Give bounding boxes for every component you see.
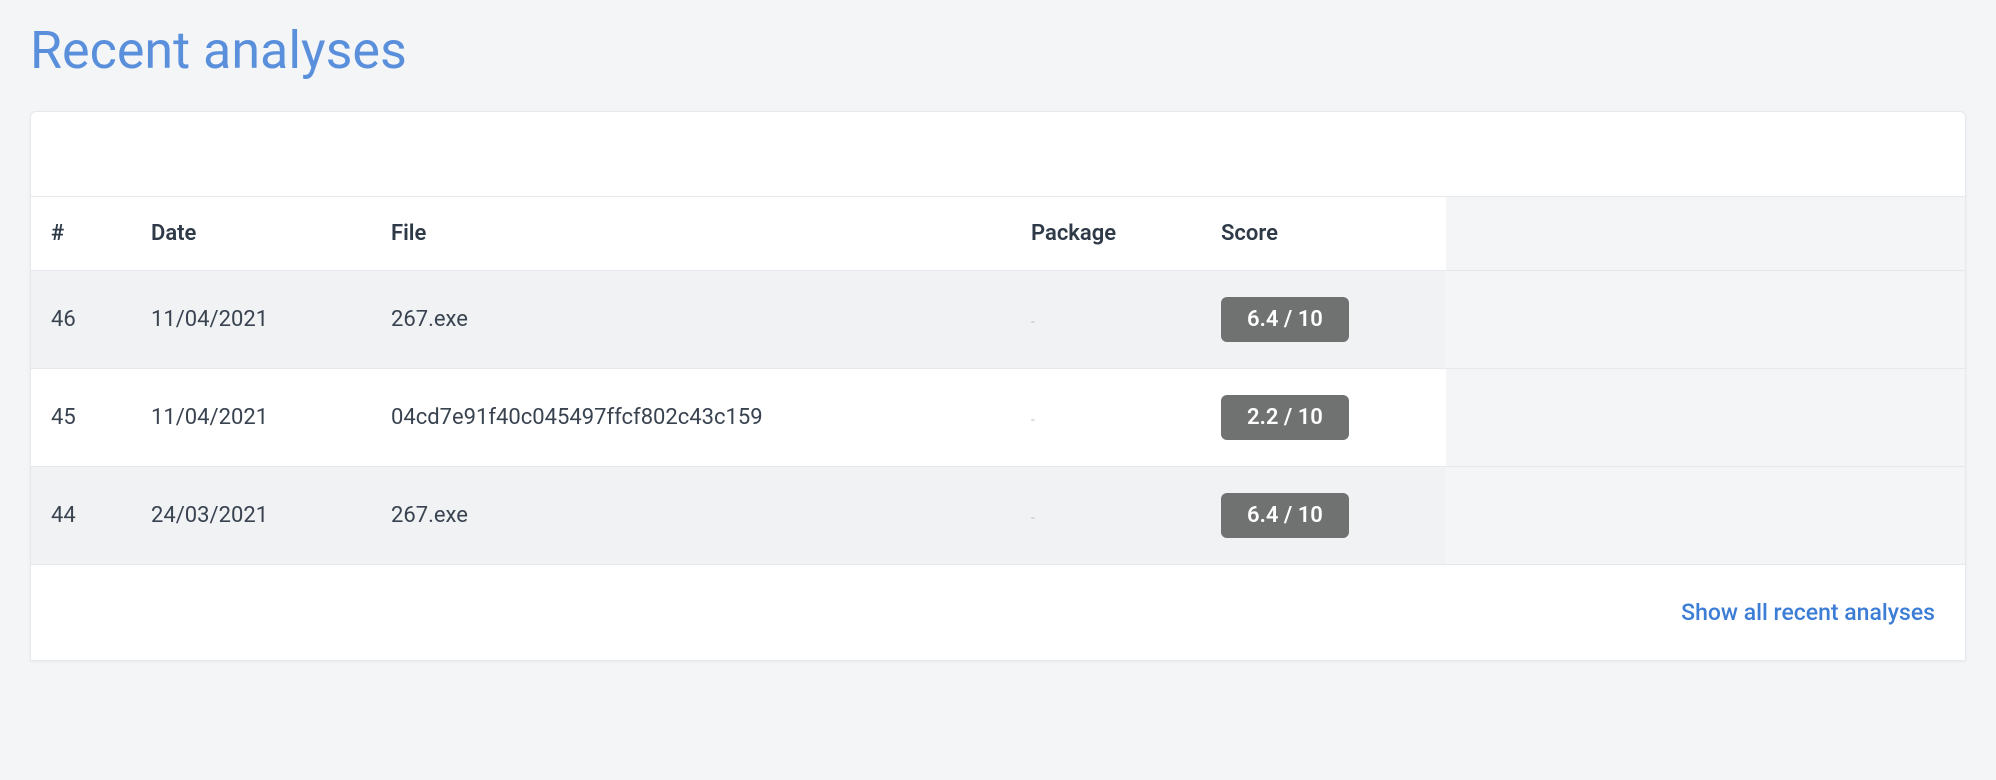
header-gutter (1446, 197, 1965, 271)
header-date: Date (131, 197, 371, 271)
cell-package: - (1011, 467, 1201, 565)
header-id: # (31, 197, 131, 271)
cell-gutter (1446, 369, 1965, 467)
cell-id: 45 (31, 369, 131, 467)
cell-id: 44 (31, 467, 131, 565)
table-wrapper: # Date File Package Score 46 11/04/2021 … (31, 197, 1965, 660)
cell-package: - (1011, 271, 1201, 369)
score-badge: 6.4 / 10 (1221, 297, 1349, 342)
show-all-link[interactable]: Show all recent analyses (1681, 599, 1935, 626)
cell-date: 11/04/2021 (131, 271, 371, 369)
cell-file: 267.exe (371, 271, 1011, 369)
cell-date: 24/03/2021 (131, 467, 371, 565)
cell-score: 6.4 / 10 (1201, 467, 1446, 565)
cell-package: - (1011, 369, 1201, 467)
cell-score: 2.2 / 10 (1201, 369, 1446, 467)
header-package: Package (1011, 197, 1201, 271)
analyses-table: # Date File Package Score 46 11/04/2021 … (31, 197, 1965, 565)
cell-id: 46 (31, 271, 131, 369)
score-badge: 6.4 / 10 (1221, 493, 1349, 538)
score-badge: 2.2 / 10 (1221, 395, 1349, 440)
recent-analyses-card: # Date File Package Score 46 11/04/2021 … (30, 111, 1966, 661)
cell-date: 11/04/2021 (131, 369, 371, 467)
table-header-row: # Date File Package Score (31, 197, 1965, 271)
card-header (31, 112, 1965, 197)
header-score: Score (1201, 197, 1446, 271)
cell-file: 04cd7e91f40c045497ffcf802c43c159 (371, 369, 1011, 467)
page-title: Recent analyses (30, 20, 1966, 81)
header-file: File (371, 197, 1011, 271)
cell-gutter (1446, 467, 1965, 565)
card-footer: Show all recent analyses (31, 565, 1965, 660)
table-row[interactable]: 44 24/03/2021 267.exe - 6.4 / 10 (31, 467, 1965, 565)
cell-file: 267.exe (371, 467, 1011, 565)
table-row[interactable]: 46 11/04/2021 267.exe - 6.4 / 10 (31, 271, 1965, 369)
cell-gutter (1446, 271, 1965, 369)
cell-score: 6.4 / 10 (1201, 271, 1446, 369)
table-row[interactable]: 45 11/04/2021 04cd7e91f40c045497ffcf802c… (31, 369, 1965, 467)
